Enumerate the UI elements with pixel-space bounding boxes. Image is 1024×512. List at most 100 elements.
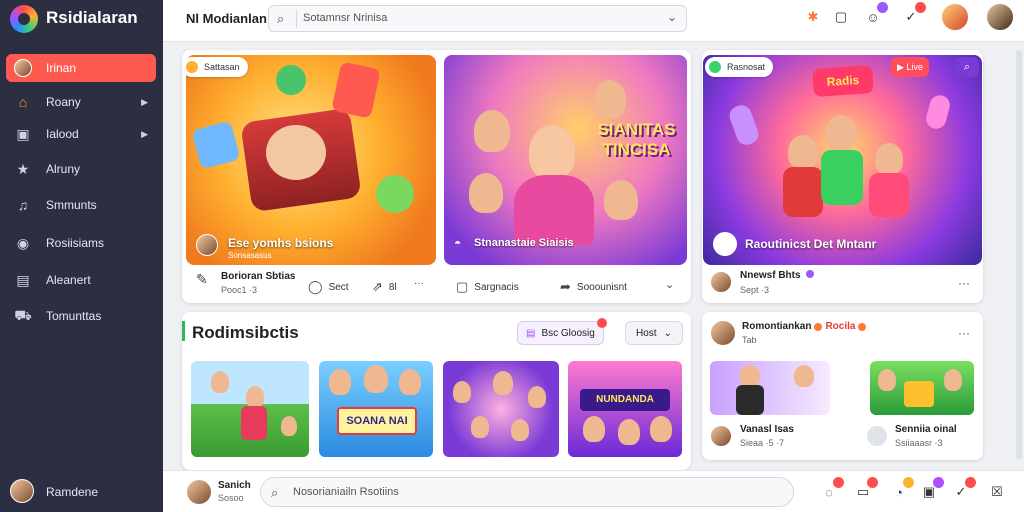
avatar[interactable] <box>866 425 888 447</box>
more-button[interactable]: ··· <box>414 278 424 289</box>
sidebar-item-aleanert[interactable]: ▤ Aleanert <box>6 266 156 294</box>
category-chip[interactable]: Rasnosat <box>705 57 774 77</box>
recommended-thumb-stage[interactable]: NUNDANDA <box>568 361 682 457</box>
search-icon[interactable]: ⌕ <box>955 57 979 77</box>
sidebar-item-roany[interactable]: ⌂ Roany ▶ <box>6 88 156 116</box>
avatar[interactable] <box>986 3 1014 31</box>
more-options-icon[interactable]: ··· <box>958 276 970 290</box>
live-label: Live <box>906 62 923 72</box>
bell-icon[interactable]: ◔ <box>888 477 914 503</box>
sidebar-item-irinan[interactable]: Irinan <box>6 54 156 82</box>
title-art: SOANA NAI <box>337 407 417 435</box>
notification-badge <box>903 477 914 488</box>
cartoon-character <box>376 175 414 213</box>
messages-icon[interactable]: ☺ <box>862 2 888 28</box>
child-outfit <box>869 173 909 217</box>
sidebar-item-smmunts[interactable]: ♫ Smmunts <box>6 191 156 219</box>
save-button[interactable]: ▢ Sargnacis <box>456 279 519 295</box>
star-icon: ★ <box>16 160 30 177</box>
compose-bar[interactable]: ⌕ Nosorianiailn Rsotiins <box>260 477 794 507</box>
chevron-down-icon[interactable]: ⌄ <box>667 10 677 24</box>
category-chip[interactable]: Sattasan <box>186 57 248 77</box>
avatar[interactable] <box>186 479 212 505</box>
recommended-thumb-park[interactable] <box>191 361 309 457</box>
status-dot <box>814 322 823 331</box>
recommended-thumb-show[interactable]: SOANA NAI <box>319 361 433 457</box>
chip-label: Rasnosat <box>727 62 766 72</box>
sort-select[interactable]: Host ⌄ <box>625 321 683 345</box>
settings-icon[interactable]: ☒ <box>986 481 1008 503</box>
share-button[interactable]: ⇗ 8l <box>372 279 397 295</box>
side-post-media[interactable] <box>710 361 830 415</box>
post-author: Borioran Sbtias <box>221 271 296 282</box>
sidebar-item-rosiisiams[interactable]: ◉ Rosiisiams <box>6 229 156 257</box>
gift-icon[interactable]: ▣ <box>918 477 944 503</box>
avatar[interactable] <box>10 479 34 503</box>
comment-icon: ◯ <box>308 279 323 294</box>
sort-label: Host <box>636 327 657 339</box>
child-figure <box>529 125 575 179</box>
child-figure <box>878 369 896 391</box>
section-accent <box>182 321 185 341</box>
feature-media-kids[interactable]: SIANITAS TINCISA ◓ Stnanastaie Siaisis <box>444 55 687 265</box>
avatar[interactable] <box>710 271 732 293</box>
chevron-right-icon: ▶ <box>141 128 148 139</box>
chat-icon[interactable]: ◌ <box>818 477 844 503</box>
title-art: SIANITAS TINCISA <box>597 120 676 159</box>
recommended-thumb-group[interactable] <box>443 361 559 457</box>
avatar[interactable] <box>710 425 732 447</box>
avatar[interactable] <box>941 3 969 31</box>
search-input[interactable]: Sotamnsr Nrinisa <box>303 12 387 24</box>
child-figure <box>528 386 546 408</box>
feature-subcaption: Sonsasasus <box>228 251 272 260</box>
check-icon[interactable]: ✓ <box>950 477 976 503</box>
sidebar-item-label: Alruny <box>46 162 81 176</box>
more-options-icon[interactable]: ··· <box>958 326 970 340</box>
shapes-icon[interactable]: ✱ <box>802 6 824 28</box>
toy-robot <box>331 61 381 119</box>
child-outfit <box>783 167 823 217</box>
action-label: Sooounisnt <box>576 281 627 293</box>
feature-caption: Ese yomhs bsions <box>228 236 334 250</box>
title-art: Radis <box>812 64 874 98</box>
sidebar-item-alruny[interactable]: ★ Alruny <box>6 155 156 183</box>
search-bar[interactable]: ⌕ Sotamnsr Nrinisa ⌄ <box>268 5 687 32</box>
filter-button[interactable]: ▤ Bsc Gloosig <box>517 318 607 345</box>
sidebar-item-label: Tomunttas <box>46 309 102 323</box>
sidebar-item-ialood[interactable]: ▣ Ialood ▶ <box>6 120 156 148</box>
app-logo <box>10 5 38 33</box>
user-icon <box>14 59 32 77</box>
avatar[interactable] <box>196 234 218 256</box>
check-icon[interactable]: ✓ <box>900 2 926 28</box>
scrollbar[interactable] <box>1016 50 1022 460</box>
verified-badge <box>806 270 814 278</box>
share-icon: ⇗ <box>372 279 383 294</box>
chevron-down-icon[interactable]: ⌄ <box>665 278 674 291</box>
brand-icon <box>713 232 737 256</box>
edit-icon[interactable]: ✎ <box>196 271 208 288</box>
divider <box>296 10 297 28</box>
compose-input[interactable]: Nosorianiailn Rsotiins <box>293 486 399 498</box>
video-icon: ▶ <box>897 61 907 72</box>
chevron-right-icon: ▶ <box>141 96 148 107</box>
search-icon: ⌕ <box>277 11 285 26</box>
child-figure <box>511 419 529 441</box>
side-post-media[interactable] <box>870 361 974 415</box>
chat-icon[interactable]: ▢ <box>830 6 852 28</box>
feature-media-dance[interactable]: Radis Rasnosat ▶ Live ⌕ Raoutinicst Det … <box>703 55 982 265</box>
avatar[interactable] <box>710 320 736 346</box>
reply-button[interactable]: ◯ Sect <box>308 279 349 295</box>
sidebar-item-label: Roany <box>46 95 81 109</box>
post-time: Tab <box>742 335 757 345</box>
cartoon-character <box>276 65 306 95</box>
sidebar-item-tomunttas[interactable]: ⛟ Tomunttas <box>6 302 156 330</box>
child-figure <box>583 416 605 442</box>
feature-media-games[interactable]: Sattasan Ese yomhs bsions Sonsasasus <box>186 55 436 265</box>
live-badge[interactable]: ▶ Live <box>891 57 929 77</box>
child-outfit <box>514 175 594 245</box>
notification-badge <box>877 2 888 13</box>
mail-icon[interactable]: ▭ <box>852 477 878 503</box>
forward-button[interactable]: ➦ Sooounisnt <box>560 279 627 295</box>
list-item-meta: Ssiiaaasr ·3 <box>895 438 943 448</box>
page-title: Nl Modianlan <box>186 11 267 26</box>
